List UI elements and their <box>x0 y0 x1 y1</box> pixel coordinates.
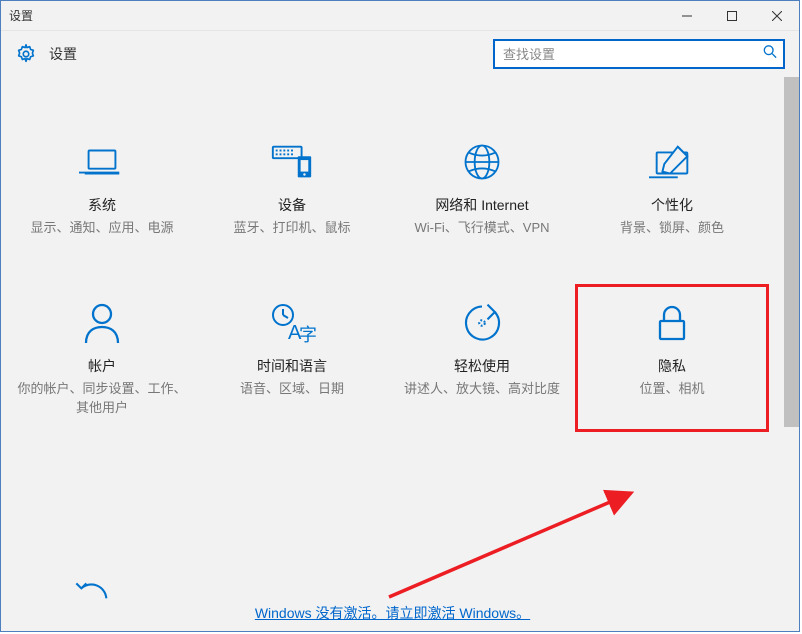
minimize-button[interactable] <box>664 1 709 30</box>
settings-window: 设置 设置 <box>0 0 800 632</box>
tile-title: 网络和 Internet <box>435 195 528 215</box>
ease-of-access-icon <box>460 298 504 348</box>
tile-system[interactable]: 系统 显示、通知、应用、电源 <box>7 137 197 238</box>
tile-time-language[interactable]: A 字 时间和语言 语音、区域、日期 <box>197 298 387 418</box>
search-input[interactable] <box>493 39 785 69</box>
tile-title: 个性化 <box>651 195 693 215</box>
tile-title: 系统 <box>88 195 116 215</box>
settings-grid: 系统 显示、通知、应用、电源 设备 蓝牙、打印机、鼠标 <box>1 77 799 418</box>
content: 系统 显示、通知、应用、电源 设备 蓝牙、打印机、鼠标 <box>1 77 799 631</box>
tile-subtitle: 背景、锁屏、颜色 <box>614 219 730 238</box>
header-left: 设置 <box>15 43 77 65</box>
tile-subtitle: 显示、通知、应用、电源 <box>24 219 179 238</box>
lock-icon <box>652 298 692 348</box>
annotation-arrow <box>381 485 711 605</box>
globe-icon <box>460 137 504 187</box>
tile-privacy[interactable]: 隐私 位置、相机 <box>577 298 767 418</box>
restore-icon <box>71 580 115 605</box>
titlebar-buttons <box>664 1 799 30</box>
tile-devices[interactable]: 设备 蓝牙、打印机、鼠标 <box>197 137 387 238</box>
tile-subtitle: 你的帐户、同步设置、工作、其他用户 <box>7 380 197 418</box>
devices-icon <box>267 137 317 187</box>
scrollbar-thumb[interactable] <box>784 77 799 427</box>
time-language-icon: A 字 <box>268 298 316 348</box>
tile-title: 帐户 <box>88 356 116 376</box>
tile-ease-of-access[interactable]: 轻松使用 讲述人、放大镜、高对比度 <box>387 298 577 418</box>
page-title: 设置 <box>49 44 77 64</box>
tile-subtitle: 蓝牙、打印机、鼠标 <box>227 219 356 238</box>
search-icon <box>763 45 777 64</box>
titlebar: 设置 <box>1 1 799 31</box>
tile-subtitle: 讲述人、放大镜、高对比度 <box>398 380 566 399</box>
activation-link-wrap: Windows 没有激活。请立即激活 Windows。 <box>1 603 784 623</box>
svg-text:字: 字 <box>299 325 316 345</box>
tile-subtitle: 位置、相机 <box>633 380 710 399</box>
gear-icon <box>15 43 37 65</box>
tile-title: 设备 <box>278 195 306 215</box>
tile-title: 时间和语言 <box>257 356 327 376</box>
tile-network[interactable]: 网络和 Internet Wi-Fi、飞行模式、VPN <box>387 137 577 238</box>
tile-title: 隐私 <box>658 356 686 376</box>
window-title: 设置 <box>9 7 33 24</box>
close-button[interactable] <box>754 1 799 30</box>
tile-subtitle: Wi-Fi、飞行模式、VPN <box>408 219 555 238</box>
person-icon <box>82 298 122 348</box>
search-wrap <box>493 39 785 69</box>
tile-personalization[interactable]: 个性化 背景、锁屏、颜色 <box>577 137 767 238</box>
header-row: 设置 <box>1 31 799 77</box>
maximize-button[interactable] <box>709 1 754 30</box>
activation-link[interactable]: Windows 没有激活。请立即激活 Windows。 <box>255 605 530 621</box>
tile-accounts[interactable]: 帐户 你的帐户、同步设置、工作、其他用户 <box>7 298 197 418</box>
scrollbar-track[interactable] <box>784 77 799 631</box>
tile-subtitle: 语音、区域、日期 <box>234 380 350 399</box>
laptop-icon <box>79 137 125 187</box>
pen-monitor-icon <box>649 137 695 187</box>
tile-title: 轻松使用 <box>454 356 510 376</box>
